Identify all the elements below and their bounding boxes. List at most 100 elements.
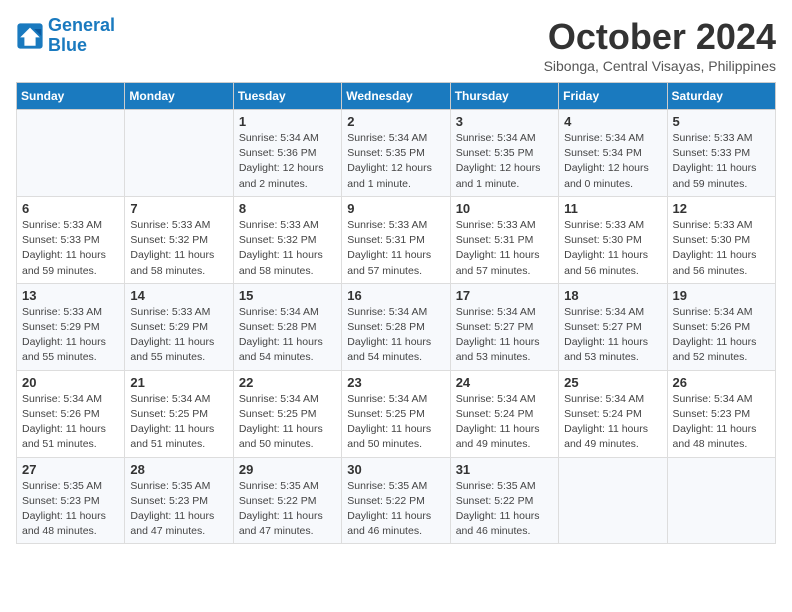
day-number: 17 [456, 288, 553, 303]
day-detail: Sunrise: 5:33 AM Sunset: 5:29 PM Dayligh… [130, 305, 227, 366]
day-number: 25 [564, 375, 661, 390]
day-detail: Sunrise: 5:33 AM Sunset: 5:31 PM Dayligh… [347, 218, 444, 279]
day-number: 4 [564, 114, 661, 129]
day-of-week-header: Sunday [17, 83, 125, 110]
day-detail: Sunrise: 5:34 AM Sunset: 5:27 PM Dayligh… [456, 305, 553, 366]
calendar-cell: 15 Sunrise: 5:34 AM Sunset: 5:28 PM Dayli… [233, 283, 341, 370]
title-block: October 2024 Sibonga, Central Visayas, P… [544, 16, 776, 74]
calendar-cell: 29 Sunrise: 5:35 AM Sunset: 5:22 PM Dayli… [233, 457, 341, 544]
day-number: 24 [456, 375, 553, 390]
day-number: 30 [347, 462, 444, 477]
calendar-week-row: 27 Sunrise: 5:35 AM Sunset: 5:23 PM Dayli… [17, 457, 776, 544]
calendar-cell [17, 110, 125, 197]
day-detail: Sunrise: 5:34 AM Sunset: 5:35 PM Dayligh… [347, 131, 444, 192]
day-number: 22 [239, 375, 336, 390]
calendar-week-row: 13 Sunrise: 5:33 AM Sunset: 5:29 PM Dayli… [17, 283, 776, 370]
day-number: 11 [564, 201, 661, 216]
calendar-cell: 22 Sunrise: 5:34 AM Sunset: 5:25 PM Dayli… [233, 370, 341, 457]
calendar-cell [559, 457, 667, 544]
day-detail: Sunrise: 5:34 AM Sunset: 5:25 PM Dayligh… [130, 392, 227, 453]
calendar-cell: 27Sunrise: 5:35 AM Sunset: 5:23 PM Dayli… [17, 457, 125, 544]
calendar-cell: 16Sunrise: 5:34 AM Sunset: 5:28 PM Dayli… [342, 283, 450, 370]
day-number: 21 [130, 375, 227, 390]
calendar-cell: 9Sunrise: 5:33 AM Sunset: 5:31 PM Daylig… [342, 196, 450, 283]
day-detail: Sunrise: 5:34 AM Sunset: 5:25 PM Dayligh… [239, 392, 336, 453]
calendar-cell: 13 Sunrise: 5:33 AM Sunset: 5:29 PM Dayli… [17, 283, 125, 370]
calendar-header-row: SundayMondayTuesdayWednesdayThursdayFrid… [17, 83, 776, 110]
calendar-week-row: 20 Sunrise: 5:34 AM Sunset: 5:26 PM Dayli… [17, 370, 776, 457]
day-number: 15 [239, 288, 336, 303]
calendar-cell: 18Sunrise: 5:34 AM Sunset: 5:27 PM Dayli… [559, 283, 667, 370]
calendar-cell: 7 Sunrise: 5:33 AM Sunset: 5:32 PM Daylig… [125, 196, 233, 283]
calendar-cell: 12 Sunrise: 5:33 AM Sunset: 5:30 PM Dayli… [667, 196, 775, 283]
calendar-cell: 25 Sunrise: 5:34 AM Sunset: 5:24 PM Dayli… [559, 370, 667, 457]
calendar-week-row: 6 Sunrise: 5:33 AM Sunset: 5:33 PM Daylig… [17, 196, 776, 283]
day-number: 13 [22, 288, 119, 303]
day-detail: Sunrise: 5:33 AM Sunset: 5:32 PM Dayligh… [130, 218, 227, 279]
month-title: October 2024 [544, 16, 776, 58]
day-detail: Sunrise: 5:33 AM Sunset: 5:30 PM Dayligh… [564, 218, 661, 279]
day-number: 20 [22, 375, 119, 390]
calendar-body: 1Sunrise: 5:34 AM Sunset: 5:36 PM Daylig… [17, 110, 776, 544]
day-of-week-header: Thursday [450, 83, 558, 110]
day-number: 5 [673, 114, 770, 129]
logo-text: General Blue [48, 16, 115, 56]
day-number: 26 [673, 375, 770, 390]
day-number: 12 [673, 201, 770, 216]
logo: General Blue [16, 16, 115, 56]
day-detail: Sunrise: 5:34 AM Sunset: 5:28 PM Dayligh… [239, 305, 336, 366]
logo-icon [16, 22, 44, 50]
calendar-cell: 1Sunrise: 5:34 AM Sunset: 5:36 PM Daylig… [233, 110, 341, 197]
calendar-cell: 26 Sunrise: 5:34 AM Sunset: 5:23 PM Dayli… [667, 370, 775, 457]
day-number: 29 [239, 462, 336, 477]
calendar-cell: 28 Sunrise: 5:35 AM Sunset: 5:23 PM Dayli… [125, 457, 233, 544]
calendar-cell: 24 Sunrise: 5:34 AM Sunset: 5:24 PM Dayli… [450, 370, 558, 457]
calendar-cell: 11 Sunrise: 5:33 AM Sunset: 5:30 PM Dayli… [559, 196, 667, 283]
day-number: 19 [673, 288, 770, 303]
day-detail: Sunrise: 5:33 AM Sunset: 5:33 PM Dayligh… [673, 131, 770, 192]
day-number: 2 [347, 114, 444, 129]
day-number: 27 [22, 462, 119, 477]
day-of-week-header: Tuesday [233, 83, 341, 110]
day-number: 14 [130, 288, 227, 303]
day-of-week-header: Wednesday [342, 83, 450, 110]
calendar-cell: 14 Sunrise: 5:33 AM Sunset: 5:29 PM Dayli… [125, 283, 233, 370]
day-of-week-header: Monday [125, 83, 233, 110]
calendar-cell: 2 Sunrise: 5:34 AM Sunset: 5:35 PM Daylig… [342, 110, 450, 197]
day-detail: Sunrise: 5:35 AM Sunset: 5:22 PM Dayligh… [239, 479, 336, 540]
day-of-week-header: Friday [559, 83, 667, 110]
day-number: 28 [130, 462, 227, 477]
day-number: 23 [347, 375, 444, 390]
day-detail: Sunrise: 5:35 AM Sunset: 5:22 PM Dayligh… [347, 479, 444, 540]
day-of-week-header: Saturday [667, 83, 775, 110]
day-number: 8 [239, 201, 336, 216]
day-detail: Sunrise: 5:34 AM Sunset: 5:24 PM Dayligh… [456, 392, 553, 453]
page-header: General Blue October 2024 Sibonga, Centr… [16, 16, 776, 74]
day-number: 6 [22, 201, 119, 216]
location: Sibonga, Central Visayas, Philippines [544, 58, 776, 74]
day-detail: Sunrise: 5:34 AM Sunset: 5:35 PM Dayligh… [456, 131, 553, 192]
calendar-cell: 19 Sunrise: 5:34 AM Sunset: 5:26 PM Dayli… [667, 283, 775, 370]
day-detail: Sunrise: 5:34 AM Sunset: 5:23 PM Dayligh… [673, 392, 770, 453]
day-detail: Sunrise: 5:35 AM Sunset: 5:23 PM Dayligh… [130, 479, 227, 540]
calendar-cell: 31 Sunrise: 5:35 AM Sunset: 5:22 PM Dayli… [450, 457, 558, 544]
day-detail: Sunrise: 5:35 AM Sunset: 5:22 PM Dayligh… [456, 479, 553, 540]
calendar-cell: 30 Sunrise: 5:35 AM Sunset: 5:22 PM Dayli… [342, 457, 450, 544]
day-detail: Sunrise: 5:34 AM Sunset: 5:26 PM Dayligh… [673, 305, 770, 366]
calendar-cell: 20 Sunrise: 5:34 AM Sunset: 5:26 PM Dayli… [17, 370, 125, 457]
day-detail: Sunrise: 5:34 AM Sunset: 5:34 PM Dayligh… [564, 131, 661, 192]
calendar-cell: 8Sunrise: 5:33 AM Sunset: 5:32 PM Daylig… [233, 196, 341, 283]
day-detail: Sunrise: 5:33 AM Sunset: 5:30 PM Dayligh… [673, 218, 770, 279]
calendar-cell [667, 457, 775, 544]
calendar-cell: 6 Sunrise: 5:33 AM Sunset: 5:33 PM Daylig… [17, 196, 125, 283]
day-detail: Sunrise: 5:33 AM Sunset: 5:29 PM Dayligh… [22, 305, 119, 366]
day-detail: Sunrise: 5:34 AM Sunset: 5:28 PM Dayligh… [347, 305, 444, 366]
day-detail: Sunrise: 5:34 AM Sunset: 5:24 PM Dayligh… [564, 392, 661, 453]
calendar-cell: 23 Sunrise: 5:34 AM Sunset: 5:25 PM Dayli… [342, 370, 450, 457]
day-number: 7 [130, 201, 227, 216]
day-detail: Sunrise: 5:34 AM Sunset: 5:26 PM Dayligh… [22, 392, 119, 453]
calendar-cell: 5 Sunrise: 5:33 AM Sunset: 5:33 PM Daylig… [667, 110, 775, 197]
day-detail: Sunrise: 5:34 AM Sunset: 5:25 PM Dayligh… [347, 392, 444, 453]
day-detail: Sunrise: 5:33 AM Sunset: 5:33 PM Dayligh… [22, 218, 119, 279]
day-number: 31 [456, 462, 553, 477]
